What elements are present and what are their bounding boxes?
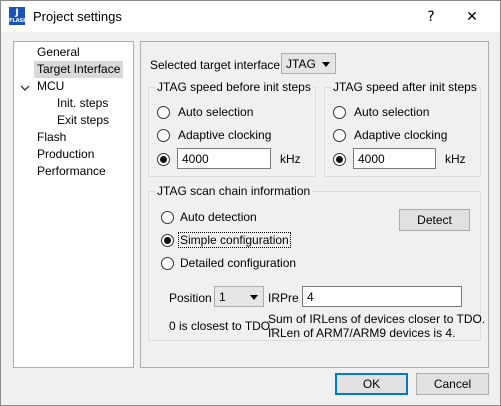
tree-item-mcu[interactable]: MCU <box>37 78 64 95</box>
speed-after-value: 4000 <box>358 152 385 166</box>
target-interface-label: Selected target interface: <box>150 58 284 72</box>
target-interface-panel: Selected target interface: JTAG JTAG spe… <box>140 41 489 368</box>
speed-before-auto-label[interactable]: Auto selection <box>178 105 253 119</box>
title-bar: J FLASH Project settings ? ✕ <box>1 1 500 32</box>
irpre-value: 4 <box>307 290 314 304</box>
detect-button[interactable]: Detect <box>399 209 470 231</box>
irpre-label: IRPre <box>268 291 299 305</box>
dropdown-arrow-icon <box>322 62 330 67</box>
speed-after-custom-radio[interactable] <box>333 153 346 166</box>
tree-item-general[interactable]: General <box>37 44 80 61</box>
app-icon-letter: J <box>15 8 19 18</box>
app-icon-subtext: FLASH <box>9 18 28 24</box>
tree-item-exit-steps[interactable]: Exit steps <box>57 112 109 129</box>
speed-after-adaptive-radio[interactable] <box>333 129 346 142</box>
irpre-hint-line-1: Sum of IRLens of devices closer to TDO. <box>268 312 486 326</box>
simple-configuration-radio[interactable] <box>161 234 174 247</box>
speed-after-title: JTAG speed after init steps <box>331 80 479 94</box>
chevron-down-icon[interactable] <box>19 82 31 94</box>
window-title: Project settings <box>33 9 122 24</box>
speed-before-adaptive-radio[interactable] <box>157 129 170 142</box>
position-select[interactable]: 1 <box>214 286 264 307</box>
cancel-button[interactable]: Cancel <box>416 373 489 395</box>
tree-item-production[interactable]: Production <box>37 146 94 163</box>
jflash-app-icon: J FLASH <box>9 7 28 25</box>
irpre-hint-line-2: IRLen of ARM7/ARM9 devices is 4. <box>268 326 456 340</box>
speed-before-unit: kHz <box>280 152 301 166</box>
tree-item-target-interface[interactable]: Target Interface <box>34 61 124 78</box>
help-button[interactable]: ? <box>414 6 448 28</box>
target-interface-value: JTAG <box>286 57 316 71</box>
target-interface-select[interactable]: JTAG <box>281 53 336 74</box>
settings-tree: General Target Interface MCU Init. steps… <box>13 41 134 368</box>
speed-before-input[interactable]: 4000 <box>177 148 271 169</box>
auto-detection-radio[interactable] <box>161 211 174 224</box>
speed-after-input[interactable]: 4000 <box>353 148 436 169</box>
speed-after-unit: kHz <box>445 152 466 166</box>
detailed-configuration-radio[interactable] <box>161 257 174 270</box>
speed-after-adaptive-label[interactable]: Adaptive clocking <box>354 128 447 142</box>
position-label: Position <box>169 291 212 305</box>
ok-button[interactable]: OK <box>335 373 408 395</box>
auto-detection-label[interactable]: Auto detection <box>180 210 257 224</box>
scan-chain-title: JTAG scan chain information <box>155 184 313 198</box>
close-button[interactable]: ✕ <box>454 6 490 28</box>
speed-before-group: JTAG speed before init steps Auto select… <box>148 80 316 177</box>
speed-before-value: 4000 <box>182 152 209 166</box>
irpre-input[interactable]: 4 <box>302 286 462 307</box>
speed-before-title: JTAG speed before init steps <box>155 80 313 94</box>
position-hint: 0 is closest to TDO. <box>169 319 274 333</box>
scan-chain-group: JTAG scan chain information Auto detecti… <box>148 184 485 341</box>
simple-configuration-label[interactable]: Simple configuration <box>178 232 291 248</box>
speed-before-custom-radio[interactable] <box>157 153 170 166</box>
speed-before-adaptive-label[interactable]: Adaptive clocking <box>178 128 271 142</box>
tree-item-init-steps[interactable]: Init. steps <box>57 95 108 112</box>
dropdown-arrow-icon <box>250 295 258 300</box>
speed-before-auto-radio[interactable] <box>157 106 170 119</box>
position-value: 1 <box>219 290 226 304</box>
tree-item-performance[interactable]: Performance <box>37 163 106 180</box>
speed-after-auto-label[interactable]: Auto selection <box>354 105 429 119</box>
tree-item-flash[interactable]: Flash <box>37 129 66 146</box>
speed-after-group: JTAG speed after init steps Auto selecti… <box>324 80 481 177</box>
project-settings-dialog: J FLASH Project settings ? ✕ General Tar… <box>0 0 501 406</box>
speed-after-auto-radio[interactable] <box>333 106 346 119</box>
detailed-configuration-label[interactable]: Detailed configuration <box>180 256 296 270</box>
